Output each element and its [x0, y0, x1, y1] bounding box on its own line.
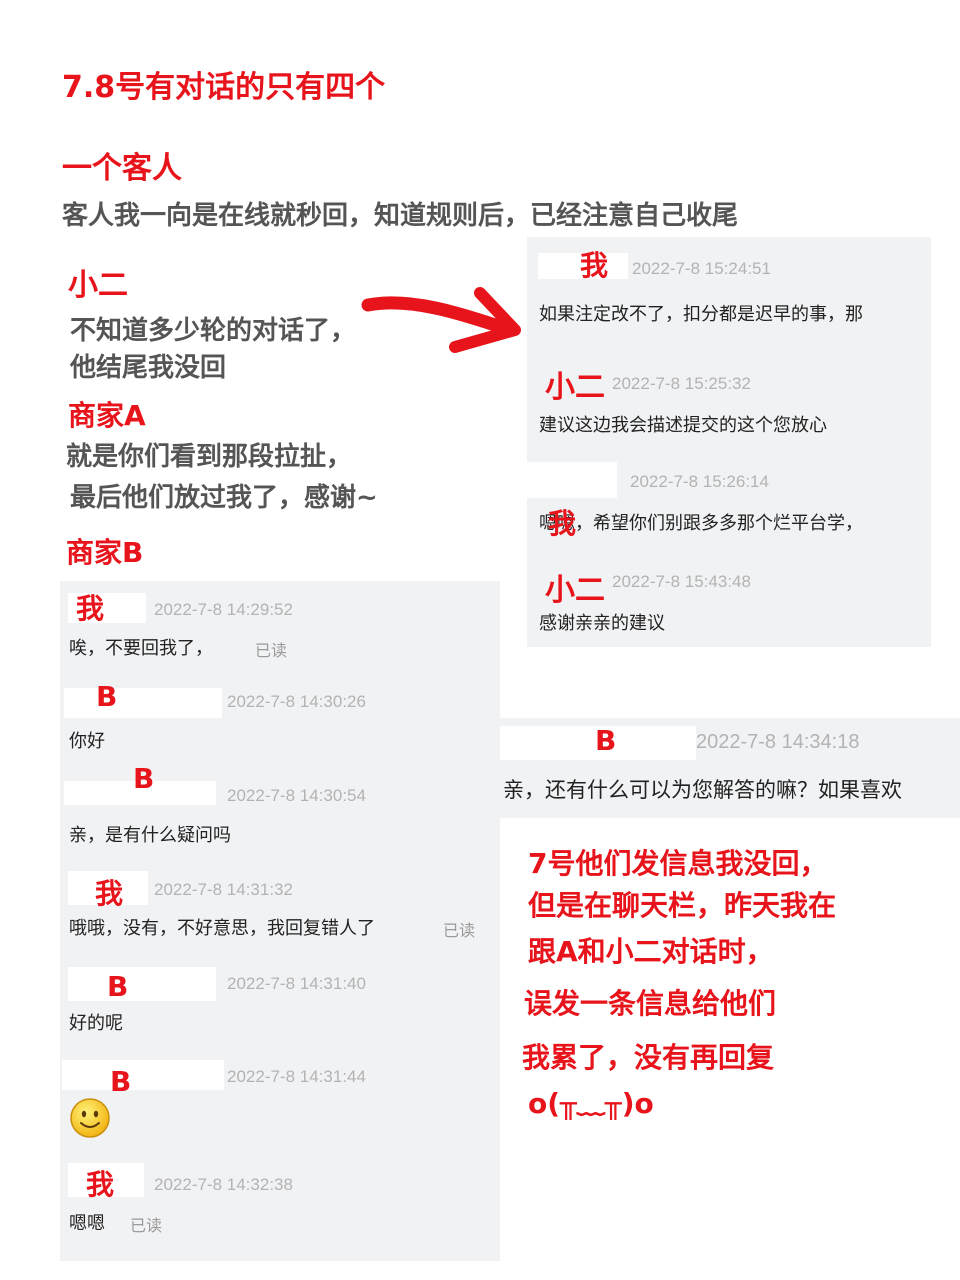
shop-a-description-line2: 最后他们放过我了，感谢~: [70, 483, 378, 513]
guest-heading: 一个客人: [62, 151, 182, 186]
note-line: 但是在聊天栏，昨天我在: [528, 889, 837, 922]
message-text: 嗯嗯: [69, 1213, 105, 1234]
xiaoer-description-line1: 不知道多少轮的对话了，: [70, 316, 357, 346]
message-timestamp: 2022-7-8 14:32:38: [154, 1175, 293, 1194]
message-text: 感谢亲亲的建议: [539, 613, 665, 634]
shop-a-heading: 商家A: [68, 399, 146, 432]
message-timestamp: 2022-7-8 14:34:18: [696, 731, 860, 753]
message-timestamp: 2022-7-8 14:31:44: [227, 1067, 366, 1086]
message-text: 你好: [69, 731, 105, 752]
note-line: 7号他们发信息我没回，: [528, 847, 828, 880]
message-timestamp: 2022-7-8 15:24:51: [632, 259, 771, 278]
message-sender-tag: B: [595, 724, 617, 757]
red-arrow-icon: [361, 287, 521, 353]
message-text: 唉，不要回我了，: [69, 638, 213, 659]
message-sender-tag: 我: [95, 877, 124, 910]
redacted-name: [527, 462, 617, 498]
message-text: 亲，是有什么疑问吗: [69, 825, 231, 846]
smiley-emoji: [70, 1098, 110, 1138]
message-timestamp: 2022-7-8 14:29:52: [154, 600, 293, 619]
shop-b-heading: 商家B: [66, 536, 144, 569]
message-sender-tag: 我: [580, 249, 609, 282]
redacted-name: [64, 688, 222, 718]
message-timestamp: 2022-7-8 15:25:32: [612, 374, 751, 393]
message-text: 亲，还有什么可以为您解答的嘛？如果喜欢: [503, 778, 902, 802]
message-timestamp: 2022-7-8 15:43:48: [612, 572, 751, 591]
message-sender-tag: B: [107, 970, 129, 1003]
message-sender-tag: 小二: [545, 573, 605, 608]
xiaoer-description-line2: 他结尾我没回: [70, 353, 227, 383]
message-sender-tag: B: [133, 762, 155, 795]
shop-a-description-line1: 就是你们看到那段拉扯，: [66, 442, 353, 472]
message-sender-tag: B: [110, 1065, 132, 1098]
read-receipt: 已读: [443, 921, 476, 940]
message-sender-tag: 我: [76, 592, 105, 625]
message-timestamp: 2022-7-8 14:30:26: [227, 692, 366, 711]
message-sender-tag: 小二: [545, 370, 605, 405]
message-sender-tag: B: [96, 680, 118, 713]
message-timestamp: 2022-7-8 14:30:54: [227, 786, 366, 805]
note-line: 误发一条信息给他们: [524, 987, 777, 1020]
read-receipt: 已读: [130, 1216, 163, 1235]
message-timestamp: 2022-7-8 14:31:32: [154, 880, 293, 899]
redacted-name: [68, 967, 216, 1001]
xiaoer-heading: 小二: [68, 268, 128, 303]
guest-description: 客人我一向是在线就秒回，知道规则后，已经注意自己收尾: [62, 201, 739, 231]
message-text: 哦哦，没有，不好意思，我回复错人了: [69, 918, 375, 939]
message-text: 嗯嗯，希望你们别跟多多那个烂平台学，: [539, 513, 863, 534]
note-line: 跟A和小二对话时，: [528, 935, 774, 968]
message-sender-tag: 我: [86, 1168, 115, 1201]
overlay-sender-tag: 我: [548, 507, 577, 540]
redacted-name: [62, 1060, 224, 1090]
page-title: 7.8号有对话的只有四个: [62, 70, 386, 105]
note-line: 我累了，没有再回复: [522, 1041, 775, 1074]
note-line: o(╥﹏╥)o: [528, 1087, 654, 1120]
read-receipt: 已读: [255, 641, 288, 660]
message-text: 建议这边我会描述提交的这个您放心: [539, 415, 827, 436]
message-timestamp: 2022-7-8 15:26:14: [630, 472, 769, 491]
message-timestamp: 2022-7-8 14:31:40: [227, 974, 366, 993]
message-text: 如果注定改不了，扣分都是迟早的事，那: [539, 304, 863, 325]
message-text: 好的呢: [69, 1013, 123, 1034]
